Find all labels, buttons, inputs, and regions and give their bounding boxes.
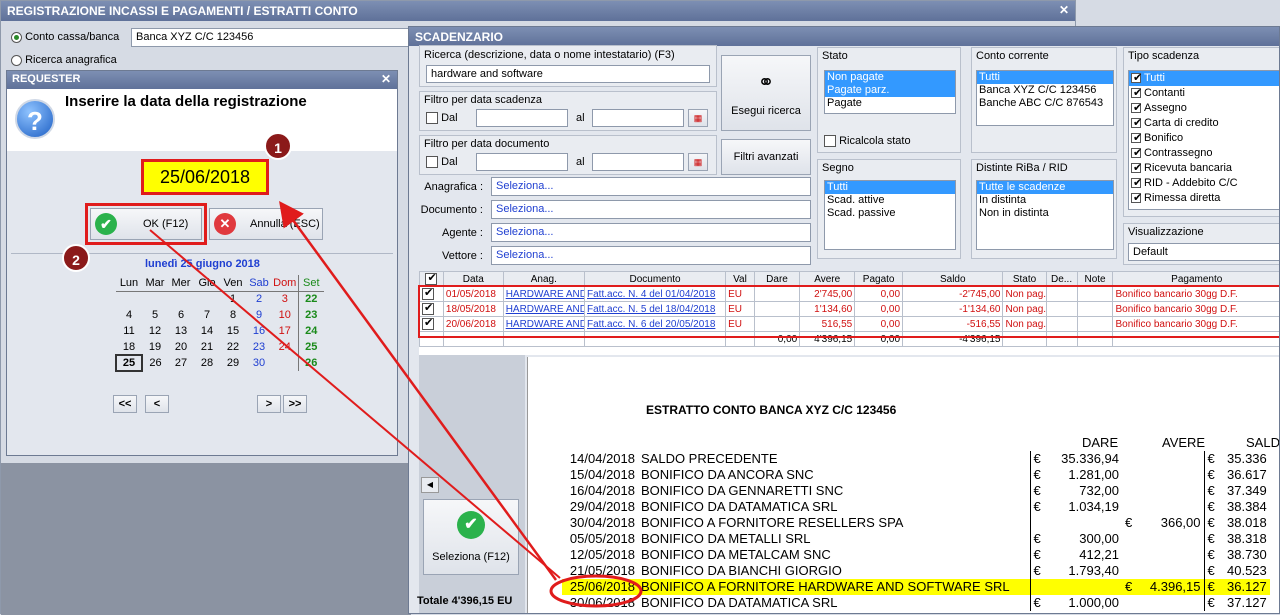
arrow-line-2: [150, 230, 560, 578]
arrow-to-date: [282, 205, 556, 580]
date-circle-annotation: [551, 576, 641, 606]
annotation-layer: [0, 0, 1280, 614]
